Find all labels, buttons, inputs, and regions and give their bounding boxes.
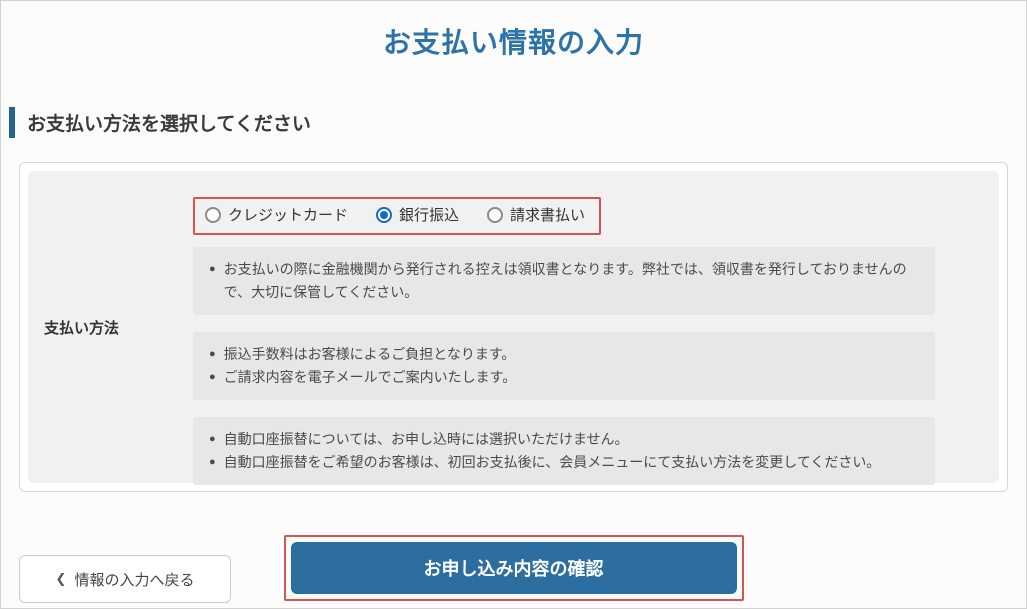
- bullet-icon: ●: [209, 451, 216, 474]
- confirm-button[interactable]: お申し込み内容の確認: [291, 542, 737, 594]
- bullet-icon: ●: [209, 343, 216, 366]
- note-box-0: ●お支払いの際に金融機関から発行される控えは領収書となります。弊社では、領収書を…: [193, 247, 935, 315]
- page-title: お支払い情報の入力: [1, 21, 1026, 61]
- confirm-button-highlight-box: お申し込み内容の確認: [284, 535, 744, 601]
- payment-page: お支払い情報の入力 お支払い方法を選択してください 支払い方法 クレジットカード…: [0, 0, 1027, 609]
- note-text: 自動口座振替をご希望のお客様は、初回お支払後に、会員メニューにて支払い方法を変更…: [224, 451, 881, 474]
- back-button[interactable]: ❮ 情報の入力へ戻る: [19, 555, 231, 603]
- payment-method-content-column: クレジットカード銀行振込請求書払い ●お支払いの際に金融機関から発行される控えは…: [193, 171, 999, 483]
- radio-option-label[interactable]: 銀行振込: [399, 204, 459, 225]
- payment-method-row-label: 支払い方法: [44, 317, 119, 338]
- payment-method-card: 支払い方法 クレジットカード銀行振込請求書払い ●お支払いの際に金融機関から発行…: [19, 162, 1008, 492]
- payment-method-radio-group: クレジットカード 銀行振込 請求書払い: [205, 204, 585, 225]
- payment-method-panel: 支払い方法 クレジットカード銀行振込請求書払い ●お支払いの際に金融機関から発行…: [28, 171, 999, 483]
- payment-method-label-column: 支払い方法: [28, 171, 193, 483]
- note-text: 振込手数料はお客様によるご負担となります。: [224, 343, 516, 366]
- note-text: 自動口座振替については、お申し込時には選択いただけません。: [224, 428, 629, 451]
- bullet-icon: ●: [209, 258, 216, 304]
- radio-unselected-icon[interactable]: [205, 207, 221, 223]
- back-button-label: 情報の入力へ戻る: [74, 569, 194, 590]
- bullet-icon: ●: [209, 428, 216, 451]
- radio-option-2[interactable]: 請求書払い: [487, 204, 585, 225]
- radio-selected-icon[interactable]: [376, 207, 392, 223]
- footer-actions: ❮ 情報の入力へ戻る お申し込み内容の確認: [19, 535, 1008, 605]
- note-box-2: ● 自動口座振替については、お申し込時には選択いただけません。 ● 自動口座振替をご希…: [193, 417, 935, 485]
- section-heading: お支払い方法を選択してください: [9, 107, 1026, 138]
- radio-option-label[interactable]: クレジットカード: [228, 204, 348, 225]
- note-item: ● 自動口座振替をご希望のお客様は、初回お支払後に、会員メニューにて支払い方法を変…: [209, 451, 919, 474]
- radio-option-1[interactable]: 銀行振込: [376, 204, 459, 225]
- radio-option-0[interactable]: クレジットカード: [205, 204, 348, 225]
- bullet-icon: ●: [209, 366, 216, 389]
- note-item: ● 振込手数料はお客様によるご負担となります。: [209, 343, 919, 366]
- radio-option-label[interactable]: 請求書払い: [510, 204, 585, 225]
- radio-group-highlight-box: クレジットカード 銀行振込 請求書払い: [193, 197, 601, 235]
- radio-unselected-icon[interactable]: [487, 207, 503, 223]
- note-text: ご請求内容を電子メールでご案内いたします。: [224, 366, 517, 389]
- note-box-1: ● 振込手数料はお客様によるご負担となります。 ● ご請求内容を電子メールでご案内いた…: [193, 332, 935, 400]
- chevron-left-icon: ❮: [56, 571, 67, 587]
- note-item: ● 自動口座振替については、お申し込時には選択いただけません。: [209, 428, 919, 451]
- note-item: ●お支払いの際に金融機関から発行される控えは領収書となります。弊社では、領収書を…: [209, 258, 919, 304]
- note-text: お支払いの際に金融機関から発行される控えは領収書となります。弊社では、領収書を発…: [224, 258, 919, 304]
- radio-dot: [380, 211, 388, 219]
- payment-notes: ●お支払いの際に金融機関から発行される控えは領収書となります。弊社では、領収書を…: [193, 247, 935, 486]
- note-item: ● ご請求内容を電子メールでご案内いたします。: [209, 366, 919, 389]
